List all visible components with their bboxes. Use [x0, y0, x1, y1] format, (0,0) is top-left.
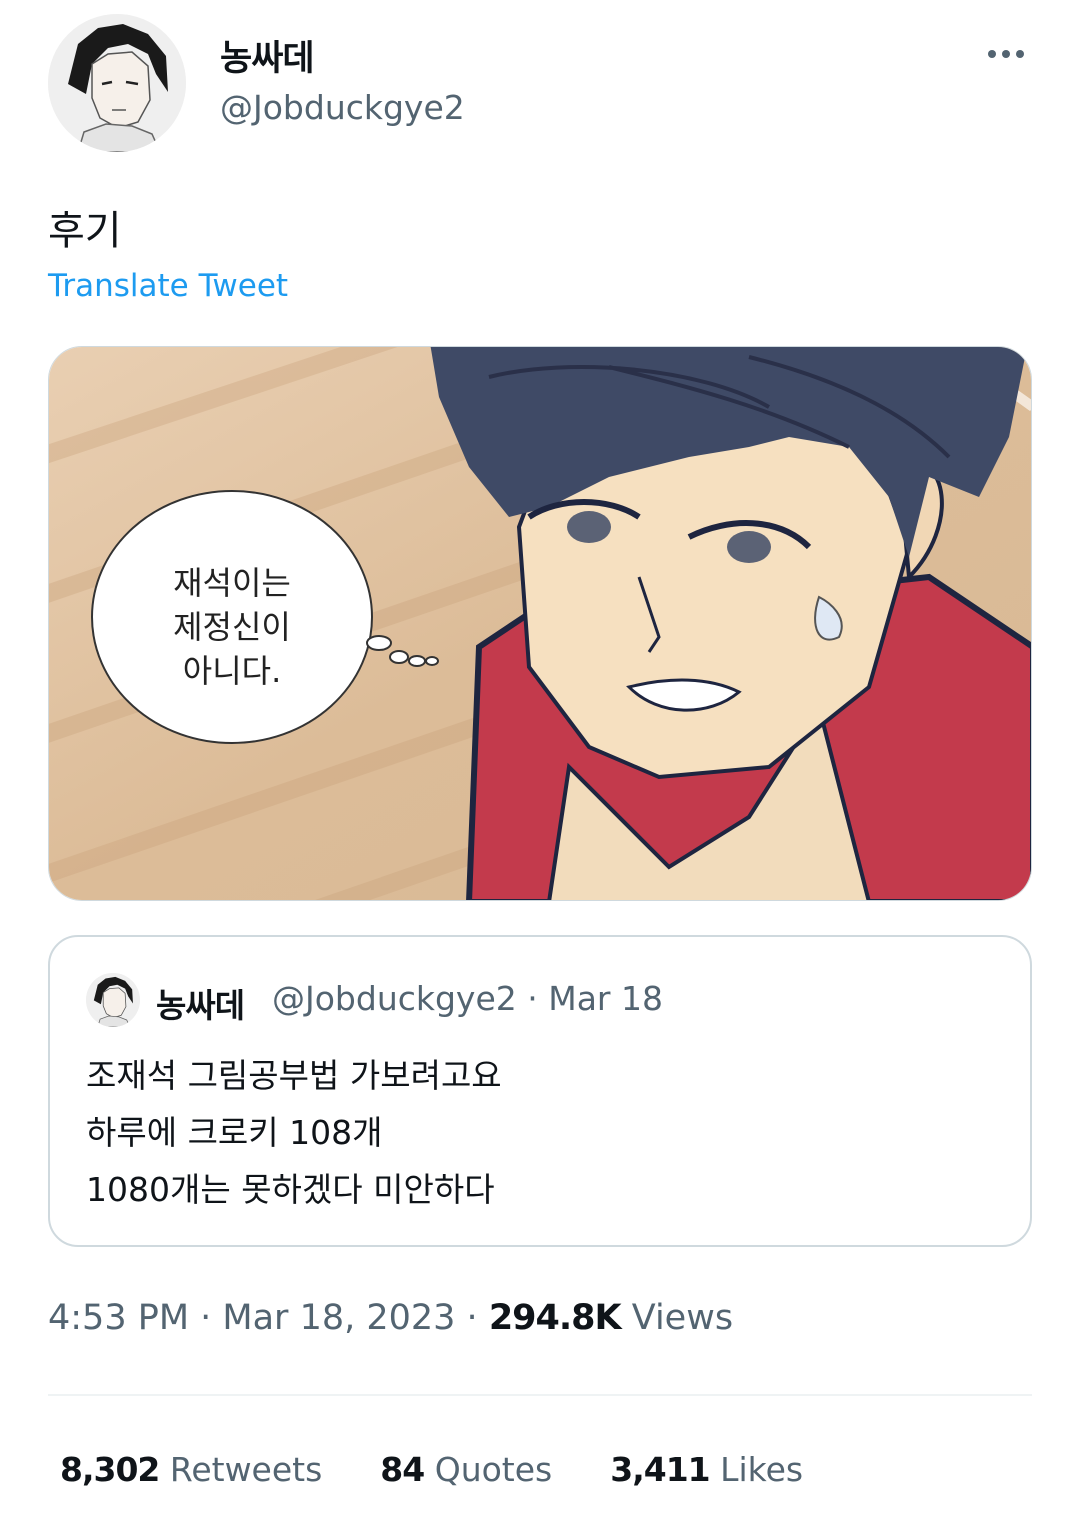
- dot: [1016, 50, 1024, 58]
- tweet-image[interactable]: 재석이는 제정신이 아니다.: [48, 346, 1032, 901]
- author-handle[interactable]: @Jobduckgye2: [220, 88, 465, 127]
- avatar-illustration: [86, 973, 140, 1027]
- more-options-icon[interactable]: [984, 42, 1028, 66]
- dot: [1002, 50, 1010, 58]
- likes-label: Likes: [709, 1450, 804, 1489]
- dot: [988, 50, 996, 58]
- engagement-stats: 8,302 Retweets 84 Quotes 3,411 Likes: [60, 1450, 803, 1489]
- views-count: 294.8K: [488, 1298, 622, 1338]
- likes-stat[interactable]: 3,411 Likes: [610, 1450, 803, 1489]
- tweet-text: 후기: [48, 208, 122, 254]
- quoted-author-meta: @Jobduckgye2 · Mar 18: [272, 979, 663, 1018]
- author-display-name[interactable]: 농싸데: [220, 30, 315, 81]
- avatar-illustration: [48, 14, 186, 152]
- retweets-count: 8,302: [60, 1450, 160, 1489]
- tweet-timestamp: 4:53 PM · Mar 18, 2023 · 294.8K Views: [48, 1298, 733, 1338]
- retweets-label: Retweets: [159, 1450, 323, 1489]
- likes-count: 3,411: [610, 1450, 710, 1489]
- translate-tweet-link[interactable]: Translate Tweet: [48, 268, 288, 304]
- divider: [48, 1394, 1032, 1396]
- quoted-text-line: 조재석 그림공부법 가보려고요: [86, 1056, 502, 1095]
- quoted-author-display-name[interactable]: 농싸데: [156, 979, 245, 1027]
- quoted-text-line: 하루에 크로키 108개: [86, 1113, 383, 1152]
- quotes-label: Quotes: [424, 1450, 553, 1489]
- quoted-text-line: 1080개는 못하겠다 미안하다: [86, 1170, 495, 1209]
- tweet-header: 농싸데 @Jobduckgye2: [48, 14, 1032, 154]
- views-label: Views: [620, 1298, 734, 1338]
- bubble-line: 아니다.: [182, 652, 282, 690]
- bubble-line: 제정신이: [173, 608, 291, 646]
- quotes-stat[interactable]: 84 Quotes: [380, 1450, 552, 1489]
- quotes-count: 84: [380, 1450, 425, 1489]
- time-date[interactable]: 4:53 PM · Mar 18, 2023 ·: [48, 1298, 489, 1338]
- bubble-line: 재석이는: [173, 564, 291, 602]
- quoted-author-avatar[interactable]: [86, 973, 140, 1027]
- thought-bubble-text: 재석이는 제정신이 아니다.: [137, 561, 327, 693]
- retweets-stat[interactable]: 8,302 Retweets: [60, 1450, 322, 1489]
- quoted-tweet-card[interactable]: 농싸데 @Jobduckgye2 · Mar 18 조재석 그림공부법 가보려고…: [48, 935, 1032, 1247]
- quoted-tweet-text: 조재석 그림공부법 가보려고요 하루에 크로키 108개 1080개는 못하겠다…: [86, 1047, 502, 1218]
- author-avatar[interactable]: [48, 14, 186, 152]
